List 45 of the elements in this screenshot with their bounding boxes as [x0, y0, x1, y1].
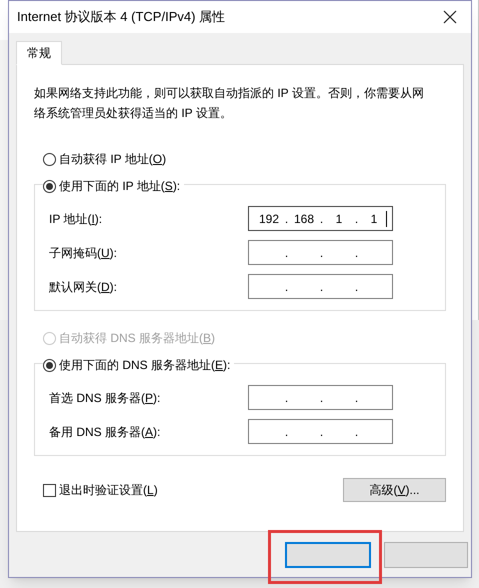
- ip-address-field[interactable]: 192 . 168 . 1 . 1: [248, 206, 393, 231]
- octet-text: 192: [258, 210, 280, 228]
- ip-address-field[interactable]: . . .: [248, 274, 393, 299]
- field-label: 首选 DNS 服务器(P):: [49, 390, 160, 406]
- octet-text: 1: [334, 210, 344, 228]
- dot-separator: .: [354, 210, 360, 228]
- field-label: IP 地址(I):: [49, 210, 102, 228]
- text-caret: [386, 210, 387, 226]
- radio-button[interactable]: [43, 152, 56, 166]
- dot-separator: .: [284, 244, 290, 262]
- dot-separator: .: [354, 278, 360, 296]
- octet-text: 168: [292, 210, 316, 228]
- ip-address-field[interactable]: . . .: [248, 419, 393, 444]
- dot-separator: .: [318, 244, 324, 262]
- dot-separator: .: [318, 210, 324, 228]
- radio-button[interactable]: [43, 180, 56, 192]
- field-label: 备用 DNS 服务器(A):: [49, 424, 160, 440]
- dot-separator: .: [284, 278, 290, 296]
- dot-separator: .: [318, 390, 324, 406]
- radio-label: 使用下面的 DNS 服务器地址(E):: [59, 357, 230, 374]
- window-title: Internet 协议版本 4 (TCP/IPv4) 属性: [17, 8, 226, 26]
- checkbox-label: 退出时验证设置(L): [59, 482, 158, 499]
- radio-button[interactable]: [43, 358, 56, 372]
- radio-label: 自动获得 DNS 服务器地址(B): [59, 330, 216, 347]
- dot-separator: .: [284, 424, 290, 440]
- ok-button[interactable]: [285, 542, 371, 568]
- close-icon[interactable]: [443, 10, 457, 24]
- ip-address-field[interactable]: . . .: [248, 240, 393, 265]
- ip-address-field[interactable]: . . .: [248, 385, 393, 410]
- octet-text: 1: [370, 210, 378, 228]
- checkbox[interactable]: [43, 484, 56, 496]
- dot-separator: .: [354, 244, 360, 262]
- field-label: 子网掩码(U):: [49, 244, 118, 262]
- advanced-button[interactable]: 高级(V)...: [343, 478, 446, 502]
- radio-label: 使用下面的 IP 地址(S):: [59, 178, 180, 195]
- field-label: 默认网关(D):: [49, 278, 118, 296]
- radio-label: 自动获得 IP 地址(O): [59, 151, 166, 168]
- tab[interactable]: 常规: [16, 41, 62, 65]
- dot-separator: .: [284, 390, 290, 406]
- description-text: 如果网络支持此功能，则可以获取自动指派的 IP 设置。否则，你需要从网络系统管理员处获得适当的 IP 设置。: [34, 85, 424, 122]
- dot-separator: .: [354, 390, 360, 406]
- dot-separator: .: [284, 210, 290, 228]
- dot-separator: .: [318, 278, 324, 296]
- dot-separator: .: [318, 424, 324, 440]
- dot-separator: .: [354, 424, 360, 440]
